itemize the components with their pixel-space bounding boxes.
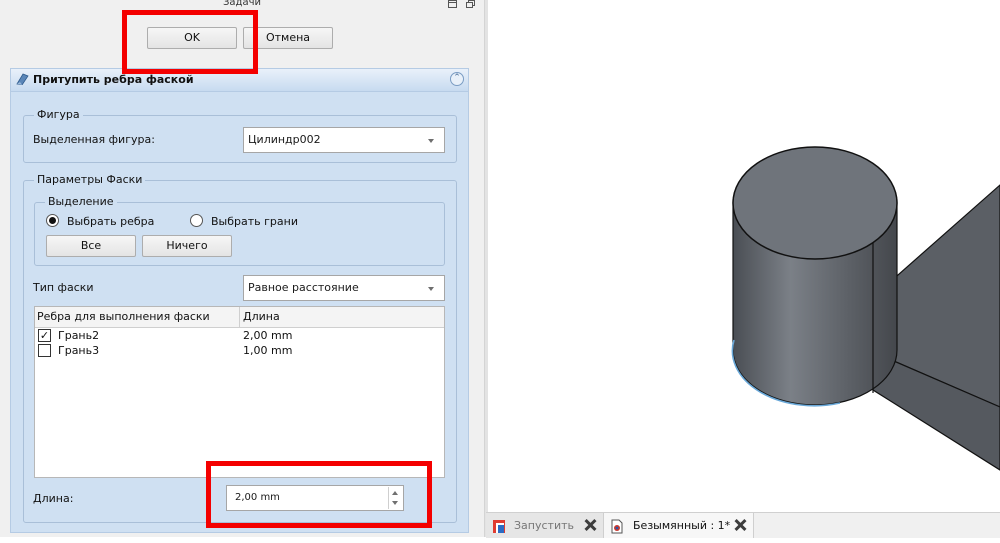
table-row[interactable]: ✓ Грань2 2,00 mm [35,328,444,343]
selected-shape-value: Цилиндр002 [248,133,321,146]
select-edges-radio[interactable] [46,214,59,227]
chamfer-type-label: Тип фаски [33,281,94,294]
tab-start[interactable]: Запустить [486,513,604,538]
3d-view[interactable] [488,0,1000,512]
chamfer-icon [15,73,29,86]
selection-group-title: Выделение [45,195,117,209]
edge-name: Грань2 [58,329,100,342]
document-icon [611,518,623,543]
chamfer-type-value: Равное расстояние [248,281,359,294]
length-label: Длина: [33,492,74,505]
freecad-start-icon [492,518,506,543]
select-none-button[interactable]: Ничего [142,235,232,257]
select-edges-label[interactable]: Выбрать ребра [67,215,154,229]
3d-model [731,146,1000,471]
highlight-ok-button [122,10,258,74]
tab-document-label: Безымянный : 1* [633,519,731,532]
edge-checkbox[interactable] [38,344,51,357]
table-row[interactable]: Грань3 1,00 mm [35,343,444,358]
cylinder-top-face [732,146,898,260]
close-icon[interactable] [734,519,746,531]
collapse-icon[interactable]: ⌃ [450,72,464,86]
tab-start-label: Запустить [514,519,574,532]
edges-table[interactable]: Ребра для выполнения фаски Длина ✓ Грань… [34,306,445,478]
chevron-down-icon [428,287,434,291]
close-icon[interactable] [584,519,596,531]
tab-document[interactable]: Безымянный : 1* [604,513,754,538]
edge-name: Грань3 [58,344,100,357]
column-header-length[interactable]: Длина [243,310,280,324]
document-tab-bar: Запустить Безымянный : 1* [486,512,1000,538]
selected-shape-combo[interactable]: Цилиндр002 [243,127,445,153]
task-title: Притупить ребра фаской [33,73,194,86]
dock-close-icon[interactable] [466,0,475,10]
select-faces-label[interactable]: Выбрать грани [211,215,298,229]
column-header-edges[interactable]: Ребра для выполнения фаски [37,310,210,324]
select-faces-radio[interactable] [190,214,203,227]
selected-shape-label: Выделенная фигура: [33,133,155,146]
select-all-button[interactable]: Все [46,235,136,257]
table-header: Ребра для выполнения фаски Длина [35,307,444,328]
chamfer-type-combo[interactable]: Равное расстояние [243,275,445,301]
float-icon[interactable] [448,0,457,10]
edge-checkbox[interactable]: ✓ [38,329,51,342]
chevron-down-icon [428,139,434,143]
task-panel: Задачи OK Отмена Притупить ребра фаской … [0,0,484,537]
edge-length[interactable]: 2,00 mm [243,329,292,343]
dock-title: Задачи [223,0,261,8]
params-group-title: Параметры Фаски [34,173,146,187]
edge-length[interactable]: 1,00 mm [243,344,292,358]
highlight-length-field [206,461,432,528]
shape-group-title: Фигура [34,108,83,122]
